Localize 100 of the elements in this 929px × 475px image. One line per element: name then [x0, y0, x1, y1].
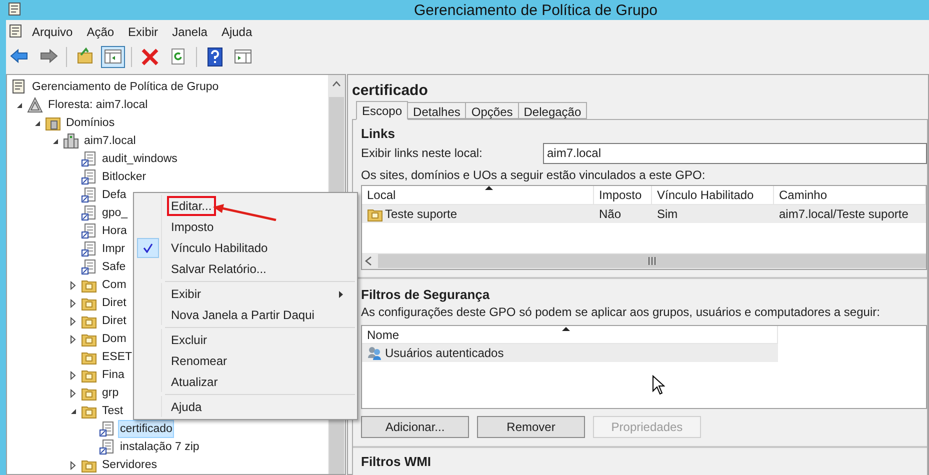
- tree-item[interactable]: audit_windows: [100, 150, 180, 168]
- policy-document-icon: [81, 187, 97, 203]
- tree-item[interactable]: grp: [100, 384, 121, 402]
- delete-icon: [140, 47, 160, 67]
- app-icon: [8, 24, 24, 40]
- column-header[interactable]: Nome: [367, 326, 400, 344]
- domain-icon: [63, 133, 79, 149]
- table-cell-text: Usuários autenticados: [385, 345, 504, 362]
- tree-item[interactable]: Test: [100, 402, 126, 420]
- forest-icon: [27, 97, 43, 113]
- tree-item[interactable]: Dom: [100, 330, 128, 348]
- tree-item[interactable]: Hora: [100, 222, 129, 240]
- window-title: Gerenciamento de Política de Grupo: [414, 1, 658, 21]
- menu-item[interactable]: Janela: [166, 23, 214, 41]
- tab[interactable]: Delegação: [518, 102, 588, 119]
- domains-folder-icon: [45, 115, 61, 131]
- tree-item[interactable]: Diret: [100, 312, 128, 330]
- tab[interactable]: Detalhes: [407, 102, 466, 119]
- toolbar-button[interactable]: [101, 46, 125, 68]
- expand-arrow-icon[interactable]: [70, 298, 76, 308]
- menu-item[interactable]: Ajuda: [215, 23, 258, 41]
- check-icon: [142, 242, 152, 252]
- tree-item[interactable]: Impr: [100, 240, 127, 258]
- expand-arrow-icon[interactable]: [70, 280, 76, 290]
- description-text: Os sites, domínios e UOs a seguir estão vinculados a este GPO:: [361, 167, 706, 184]
- menu-item[interactable]: Ajuda: [167, 396, 206, 416]
- menu-item[interactable]: Nova Janela a Partir Daqui: [167, 304, 318, 324]
- policy-document-icon: [81, 205, 97, 221]
- description-text: As configurações deste GPO só podem se aplicar aos grupos, usuários e computadores a seguir:: [361, 304, 881, 321]
- menu-item[interactable]: Excluir: [167, 330, 212, 350]
- users-icon: [367, 345, 383, 361]
- tree-item[interactable]: certificado: [118, 420, 174, 438]
- column-header[interactable]: Imposto: [599, 186, 642, 204]
- collapse-arrow-icon[interactable]: [52, 138, 58, 144]
- menu-item[interactable]: Vínculo Habilitado: [167, 238, 272, 258]
- menu-item[interactable]: Arquivo: [26, 23, 79, 41]
- policy-document-icon: [81, 151, 97, 167]
- tree-item[interactable]: ESET: [100, 348, 134, 366]
- table-cell-text: aim7.local/Teste suporte: [779, 206, 908, 223]
- cursor-icon: [652, 375, 665, 395]
- field-label: Exibir links neste local:: [361, 145, 484, 162]
- column-header[interactable]: Vínculo Habilitado: [657, 186, 754, 204]
- menu-item[interactable]: Exibir: [167, 284, 206, 304]
- console-icon: [11, 79, 27, 95]
- section-heading: Links: [361, 125, 396, 142]
- action-button[interactable]: Adicionar...: [361, 416, 469, 438]
- tab[interactable]: Opções: [465, 102, 519, 119]
- policy-document-icon: [99, 421, 115, 437]
- tree-item[interactable]: instalação 7 zip: [118, 438, 202, 456]
- sort-arrow-icon: [562, 327, 570, 331]
- tree-item[interactable]: Defa: [100, 186, 128, 204]
- tree-item[interactable]: Gerenciamento de Política de Grupo: [30, 78, 221, 96]
- menu-item[interactable]: Renomear: [167, 350, 232, 370]
- table-cell-text: Teste suporte: [385, 206, 458, 223]
- column-header[interactable]: Local: [367, 186, 396, 204]
- gpo-title: certificado: [352, 81, 429, 100]
- scroll-up-icon[interactable]: [332, 81, 341, 87]
- tree-item[interactable]: Floresta: aim7.local: [46, 96, 150, 114]
- policy-document-icon: [99, 439, 115, 455]
- table-cell-text: Sim: [657, 206, 678, 223]
- tree-item[interactable]: Diret: [100, 294, 128, 312]
- help-icon: [205, 47, 225, 67]
- sort-arrow-icon: [485, 186, 493, 190]
- expand-arrow-icon[interactable]: [70, 334, 76, 344]
- location-field[interactable]: aim7.local: [543, 142, 927, 164]
- menu-item[interactable]: Ação: [80, 23, 120, 41]
- tree-item[interactable]: Com: [100, 276, 128, 294]
- collapse-arrow-icon[interactable]: [34, 120, 40, 126]
- policy-document-icon: [81, 259, 97, 275]
- menu-item[interactable]: Exibir: [122, 23, 164, 41]
- menu-item[interactable]: Imposto: [167, 216, 218, 236]
- tree-item[interactable]: Servidores: [100, 456, 159, 474]
- tab[interactable]: Escopo: [356, 101, 408, 120]
- tree-item[interactable]: Safe: [100, 258, 128, 276]
- menu-item[interactable]: Editar...: [167, 196, 216, 216]
- annotation-arrow: [213, 204, 277, 221]
- collapse-arrow-icon[interactable]: [70, 408, 76, 414]
- table-cell-text: Não: [599, 206, 622, 223]
- tree-item[interactable]: Bitlocker: [100, 168, 148, 186]
- expand-arrow-icon[interactable]: [70, 316, 76, 326]
- policy-document-icon: [81, 169, 97, 185]
- collapse-arrow-icon[interactable]: [16, 102, 22, 108]
- app-icon: [8, 2, 22, 17]
- grip-icon: [648, 257, 656, 265]
- menu-item[interactable]: Atualizar: [167, 372, 222, 392]
- column-header[interactable]: Caminho: [779, 186, 828, 204]
- expand-arrow-icon[interactable]: [70, 370, 76, 380]
- policy-document-icon: [81, 241, 97, 257]
- expand-arrow-icon[interactable]: [70, 460, 76, 470]
- tree-item[interactable]: gpo_: [100, 204, 130, 222]
- tree-item[interactable]: Domínios: [64, 114, 117, 132]
- tree-item[interactable]: Fina: [100, 366, 126, 384]
- submenu-arrow-icon: [339, 291, 343, 298]
- menu-item[interactable]: Salvar Relatório...: [167, 258, 270, 278]
- expand-arrow-icon[interactable]: [70, 388, 76, 398]
- policy-document-icon: [81, 223, 97, 239]
- section-heading: Filtros WMI: [361, 453, 432, 471]
- action-button[interactable]: Remover: [477, 416, 585, 438]
- tree-item[interactable]: aim7.local: [82, 132, 138, 150]
- section-heading: Filtros de Segurança: [361, 286, 491, 303]
